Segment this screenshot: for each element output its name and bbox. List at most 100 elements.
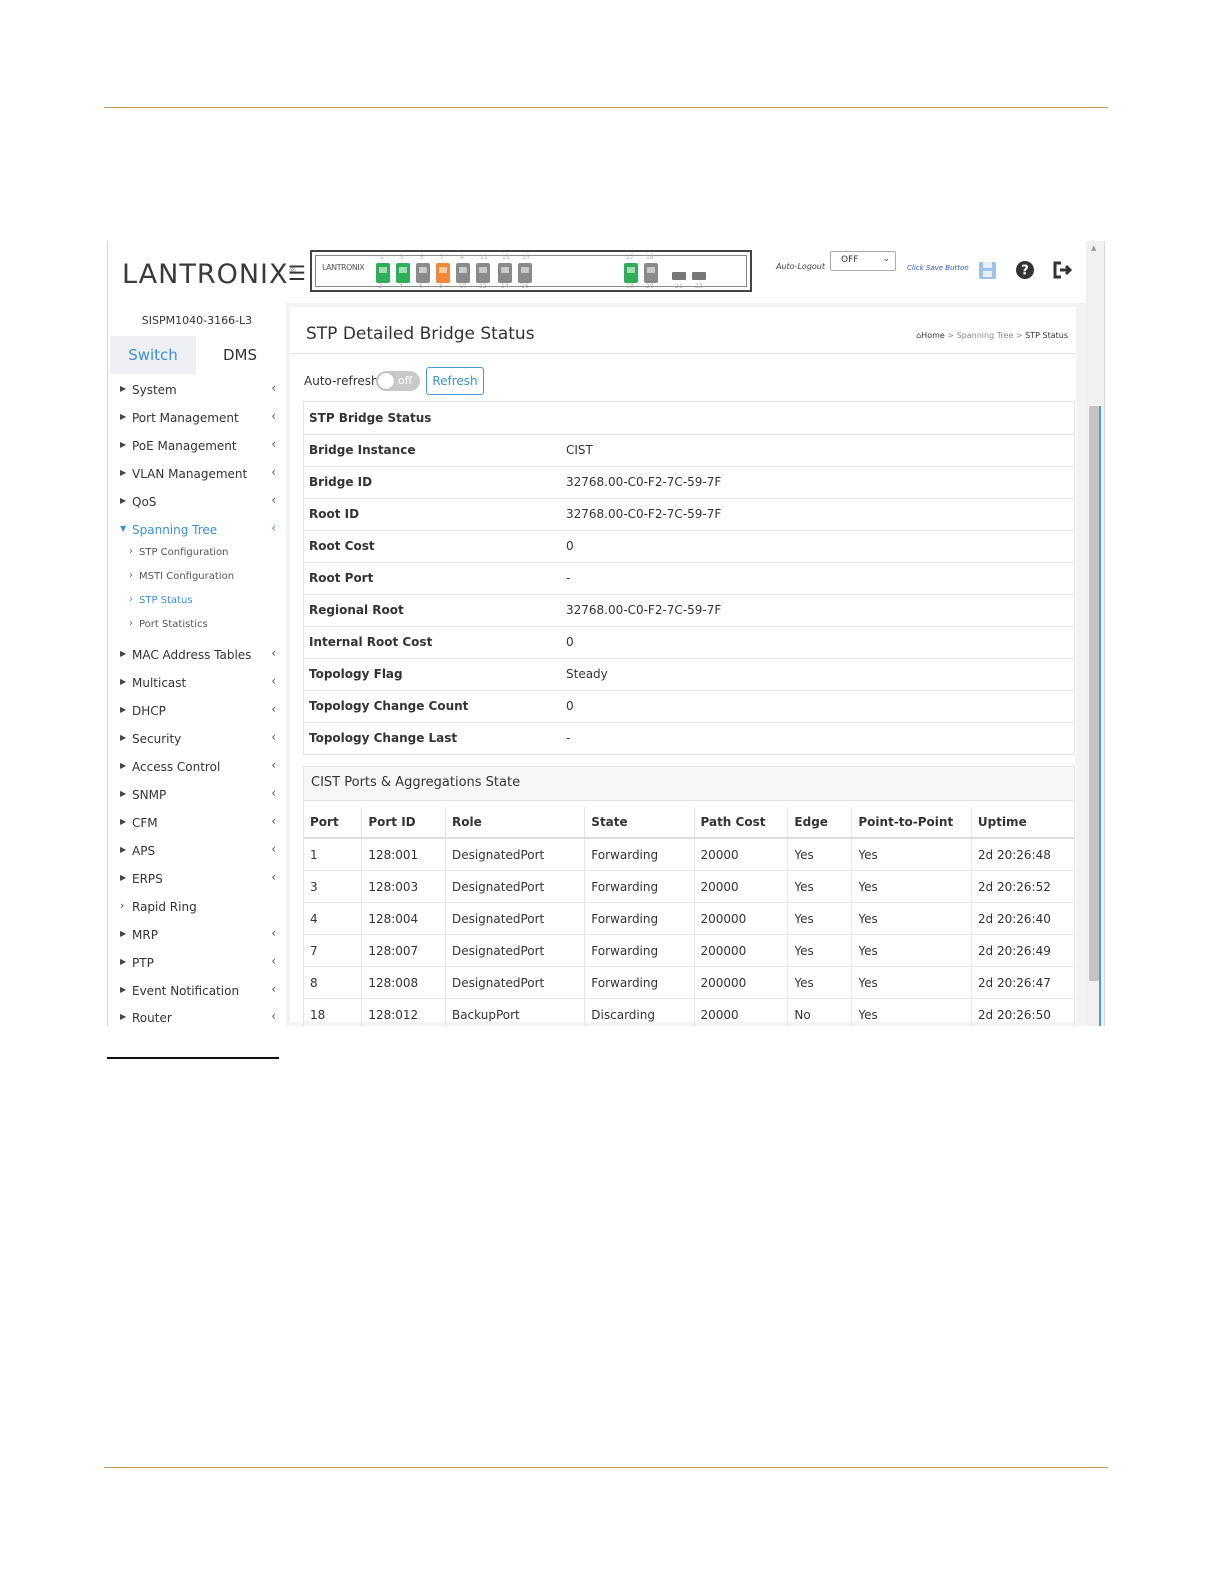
column-header[interactable]: Point-to-Point <box>851 807 972 839</box>
table-cell: Yes <box>851 998 972 1026</box>
table-row: 3 128:003 DesignatedPort Forwarding 20000 Yes… <box>304 870 1075 903</box>
breadcrumb-section[interactable]: Spanning Tree <box>957 331 1014 340</box>
help-icon[interactable]: ? <box>1014 259 1036 281</box>
sidebar-item-security[interactable]: ▶ Security ‹ <box>108 730 286 752</box>
table-cell: 128:008 <box>361 966 446 999</box>
table-cell: DesignatedPort <box>445 966 586 999</box>
column-header[interactable]: Port ID <box>361 807 446 839</box>
table-cell: Yes <box>851 870 972 903</box>
table-cell: 4 <box>304 902 363 935</box>
table-cell: Forwarding <box>584 870 695 903</box>
port-led[interactable] <box>456 263 470 283</box>
sidebar-item-rapid-ring[interactable]: › Rapid Ring <box>108 898 286 920</box>
sidebar-item-port-management[interactable]: ▶ Port Management ‹ <box>108 409 286 431</box>
bridge-status-row: Topology Change Count 0 <box>304 691 1074 723</box>
port-led[interactable] <box>518 263 532 283</box>
port-number: 19 <box>646 254 654 261</box>
port-led[interactable] <box>498 263 512 283</box>
tab-switch[interactable]: Switch <box>110 336 196 374</box>
bridge-status-row: Regional Root 32768.00-C0-F2-7C-59-7F <box>304 595 1074 627</box>
scrollbar-thumb[interactable] <box>1089 406 1099 981</box>
bridge-status-key: Root Cost <box>309 539 375 553</box>
bridge-status-value: 0 <box>566 699 574 713</box>
bridge-status-key: Regional Root <box>309 603 404 617</box>
port-number: 6 <box>419 283 423 290</box>
scrollbar[interactable]: ▲ <box>1086 241 1104 1026</box>
port-led[interactable] <box>476 263 490 283</box>
uplink-port-led[interactable] <box>644 263 658 283</box>
column-header[interactable]: Role <box>445 807 586 839</box>
uplink-port-led[interactable] <box>624 263 638 283</box>
sidebar-item-mrp[interactable]: ▶ MRP ‹ <box>108 926 286 948</box>
sidebar-item-dhcp[interactable]: ▶ DHCP ‹ <box>108 702 286 724</box>
sidebar-item-event-notification[interactable]: ▶ Event Notification ‹ <box>108 982 286 1004</box>
sidebar-item-mac-address-tables[interactable]: ▶ MAC Address Tables ‹ <box>108 646 286 668</box>
port-led[interactable] <box>416 263 430 283</box>
breadcrumb-current: STP Status <box>1025 331 1068 340</box>
page-title: STP Detailed Bridge Status <box>306 324 535 344</box>
column-header[interactable]: Edge <box>787 807 853 839</box>
table-row: 18 128:012 BackupPort Discarding 20000 No Yes 2… <box>304 998 1075 1026</box>
sidebar-item-multicast[interactable]: ▶ Multicast ‹ <box>108 674 286 696</box>
port-led[interactable] <box>376 263 390 283</box>
table-cell: Yes <box>787 870 853 903</box>
chevron-left-icon: ‹ <box>271 870 276 884</box>
table-cell: Yes <box>851 934 972 967</box>
bridge-status-key: Bridge Instance <box>309 443 416 457</box>
bridge-status-value: - <box>566 571 571 585</box>
switch-front-panel: LANTRONIX 1 2 3 4 5 6 7 8 9 10 11 12 13 14 15 16 17 18 19 2… <box>310 250 752 292</box>
logout-icon[interactable] <box>1051 259 1073 281</box>
port-led[interactable] <box>396 263 410 283</box>
sidebar-subitem-stp-configuration[interactable]: › STP Configuration <box>108 545 286 565</box>
column-header[interactable]: State <box>584 807 695 839</box>
sidebar-item-ptp[interactable]: ▶ PTP ‹ <box>108 954 286 976</box>
stp-bridge-status-heading: STP Bridge Status <box>304 402 1074 435</box>
sidebar-item-snmp[interactable]: ▶ SNMP ‹ <box>108 786 286 808</box>
bridge-status-value: 32768.00-C0-F2-7C-59-7F <box>566 603 722 617</box>
auto-logout-select[interactable]: OFF ⌄ <box>830 251 896 271</box>
table-cell: 20000 <box>694 838 789 871</box>
menu-toggle-icon[interactable]: ☰ <box>288 261 306 285</box>
table-cell: Forwarding <box>584 934 695 967</box>
sidebar-subitem-stp-status[interactable]: › STP Status <box>108 593 286 613</box>
sidebar-item-access-control[interactable]: ▶ Access Control ‹ <box>108 758 286 780</box>
chevron-left-icon: ‹ <box>271 437 276 451</box>
port-led[interactable] <box>436 263 450 283</box>
sfp-port[interactable] <box>672 272 686 280</box>
sidebar-item-spanning-tree[interactable]: ▼ Spanning Tree ‹ <box>108 521 286 543</box>
sidebar-item-qos[interactable]: ▶ QoS ‹ <box>108 493 286 515</box>
column-header[interactable]: Uptime <box>971 807 1075 839</box>
breadcrumb-home[interactable]: Home <box>921 331 945 340</box>
tab-dms[interactable]: DMS <box>197 336 283 374</box>
save-hint: Click Save Button <box>907 264 969 272</box>
chevron-left-icon: ‹ <box>271 1009 276 1023</box>
cist-ports-table: CIST Ports & Aggregations State Port Port… <box>303 766 1075 1026</box>
sidebar-item-cfm[interactable]: ▶ CFM ‹ <box>108 814 286 836</box>
bridge-status-row: Internal Root Cost 0 <box>304 627 1074 659</box>
sidebar-subitem-msti-configuration[interactable]: › MSTI Configuration <box>108 569 286 589</box>
sidebar-item-vlan-management[interactable]: ▶ VLAN Management ‹ <box>108 465 286 487</box>
port-number: 11 <box>480 254 488 261</box>
chevron-left-icon: ‹ <box>271 646 276 660</box>
sidebar-item-system[interactable]: ▶ System ‹ <box>108 381 286 403</box>
sfp-port[interactable] <box>692 272 706 280</box>
sidebar-item-erps[interactable]: ▶ ERPS ‹ <box>108 870 286 892</box>
table-cell: 2d 20:26:47 <box>971 966 1075 999</box>
sidebar-item-aps[interactable]: ▶ APS ‹ <box>108 842 286 864</box>
chevron-left-icon: ‹ <box>271 842 276 856</box>
auto-refresh-toggle[interactable]: off <box>376 371 420 391</box>
save-icon[interactable] <box>977 259 999 281</box>
stp-bridge-status-table: STP Bridge Status Bridge Instance CIST Bri… <box>303 401 1075 755</box>
main-content: STP Detailed Bridge Status ⌂Home > Spann… <box>286 303 1086 1026</box>
table-cell: Forwarding <box>584 966 695 999</box>
sidebar-item-router[interactable]: ▶ Router ‹ <box>108 1009 286 1026</box>
bridge-status-row: Topology Change Last - <box>304 723 1074 754</box>
footnote-rule <box>107 1057 279 1059</box>
sidebar-subitem-port-statistics[interactable]: › Port Statistics <box>108 617 286 637</box>
column-header[interactable]: Path Cost <box>694 807 789 839</box>
table-cell: 2d 20:26:49 <box>971 934 1075 967</box>
column-header[interactable]: Port <box>304 807 363 839</box>
auto-logout-label: Auto-Logout <box>776 262 825 271</box>
sidebar-item-poe-management[interactable]: ▶ PoE Management ‹ <box>108 437 286 459</box>
refresh-button[interactable]: Refresh <box>426 367 484 395</box>
